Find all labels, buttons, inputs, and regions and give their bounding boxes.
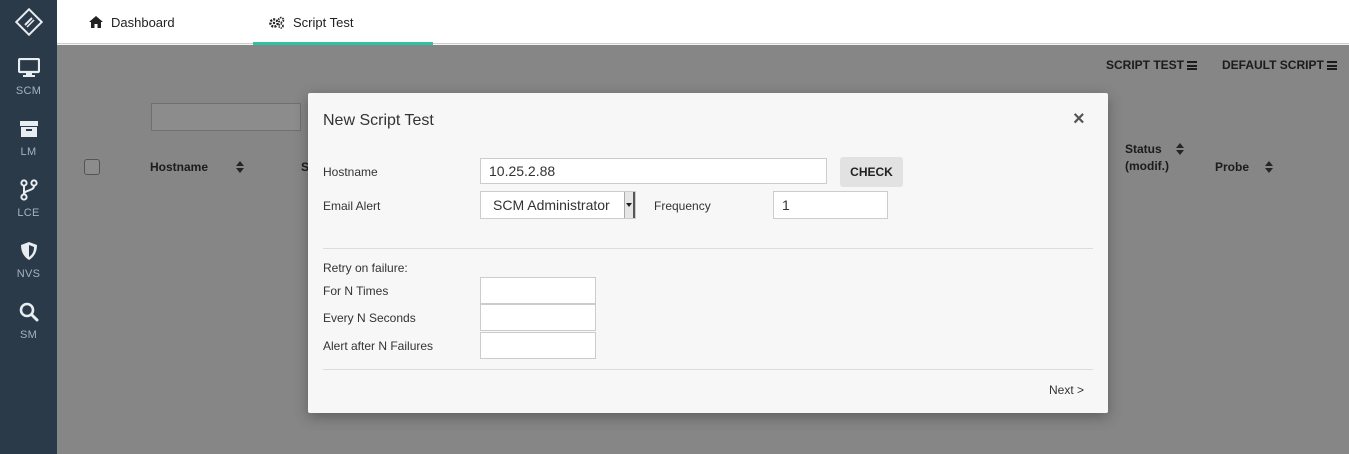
- hostname-input[interactable]: [480, 158, 827, 184]
- tab-label: Script Test: [293, 14, 354, 30]
- logo[interactable]: [0, 0, 57, 44]
- for-n-times-input[interactable]: [480, 277, 596, 304]
- modal-title: New Script Test: [323, 112, 434, 129]
- every-n-seconds-label: Every N Seconds: [323, 311, 416, 325]
- frequency-label: Frequency: [654, 199, 711, 213]
- for-n-times-label: For N Times: [323, 284, 389, 298]
- email-alert-select[interactable]: SCM Administrator: [480, 191, 636, 219]
- new-script-test-modal: New Script Test × Hostname CHECK Email A…: [308, 93, 1108, 413]
- frequency-input[interactable]: [773, 191, 888, 219]
- email-alert-selected-value: SCM Administrator: [493, 197, 610, 213]
- home-icon: [89, 16, 103, 28]
- hostname-label: Hostname: [323, 165, 378, 179]
- sidebar-item-sm[interactable]: SM: [0, 288, 57, 348]
- check-button[interactable]: CHECK: [840, 157, 903, 187]
- tab-dashboard[interactable]: Dashboard: [89, 0, 175, 44]
- sidebar-item-lm[interactable]: LM: [0, 105, 57, 165]
- sidebar-item-nvs[interactable]: NVS: [0, 227, 57, 287]
- chevron-down-icon: [624, 192, 635, 218]
- sidebar-item-label: NVS: [16, 268, 41, 280]
- top-tab-bar: Dashboard Script Test: [57, 0, 1349, 45]
- divider: [323, 369, 1093, 370]
- sidebar-item-scm[interactable]: SCM: [0, 44, 57, 104]
- sidebar-item-label: LM: [20, 146, 37, 158]
- archive-icon: [17, 117, 41, 141]
- close-icon[interactable]: ×: [1073, 109, 1085, 129]
- tab-label: Dashboard: [111, 14, 175, 30]
- every-n-seconds-input[interactable]: [480, 304, 596, 331]
- sidebar-item-label: LCE: [17, 207, 40, 219]
- sidebar-item-label: SCM: [15, 85, 42, 97]
- sidebar: SCM LM LCE NVS SM: [0, 0, 57, 454]
- logo-icon: [14, 8, 43, 36]
- sidebar-item-label: SM: [19, 329, 38, 341]
- alert-after-n-failures-label: Alert after N Failures: [323, 339, 434, 353]
- retry-on-failure-label: Retry on failure:: [323, 261, 408, 275]
- next-button[interactable]: Next >: [1049, 383, 1084, 397]
- monitor-icon: [17, 56, 41, 80]
- shield-icon: [17, 239, 41, 263]
- tab-script-test[interactable]: Script Test: [253, 0, 433, 45]
- branch-icon: [17, 178, 41, 202]
- cogs-icon: [269, 16, 285, 29]
- sidebar-item-lce[interactable]: LCE: [0, 166, 57, 226]
- search-icon: [17, 300, 41, 324]
- alert-after-n-failures-input[interactable]: [480, 332, 596, 359]
- email-alert-label: Email Alert: [323, 199, 381, 213]
- divider: [323, 248, 1093, 249]
